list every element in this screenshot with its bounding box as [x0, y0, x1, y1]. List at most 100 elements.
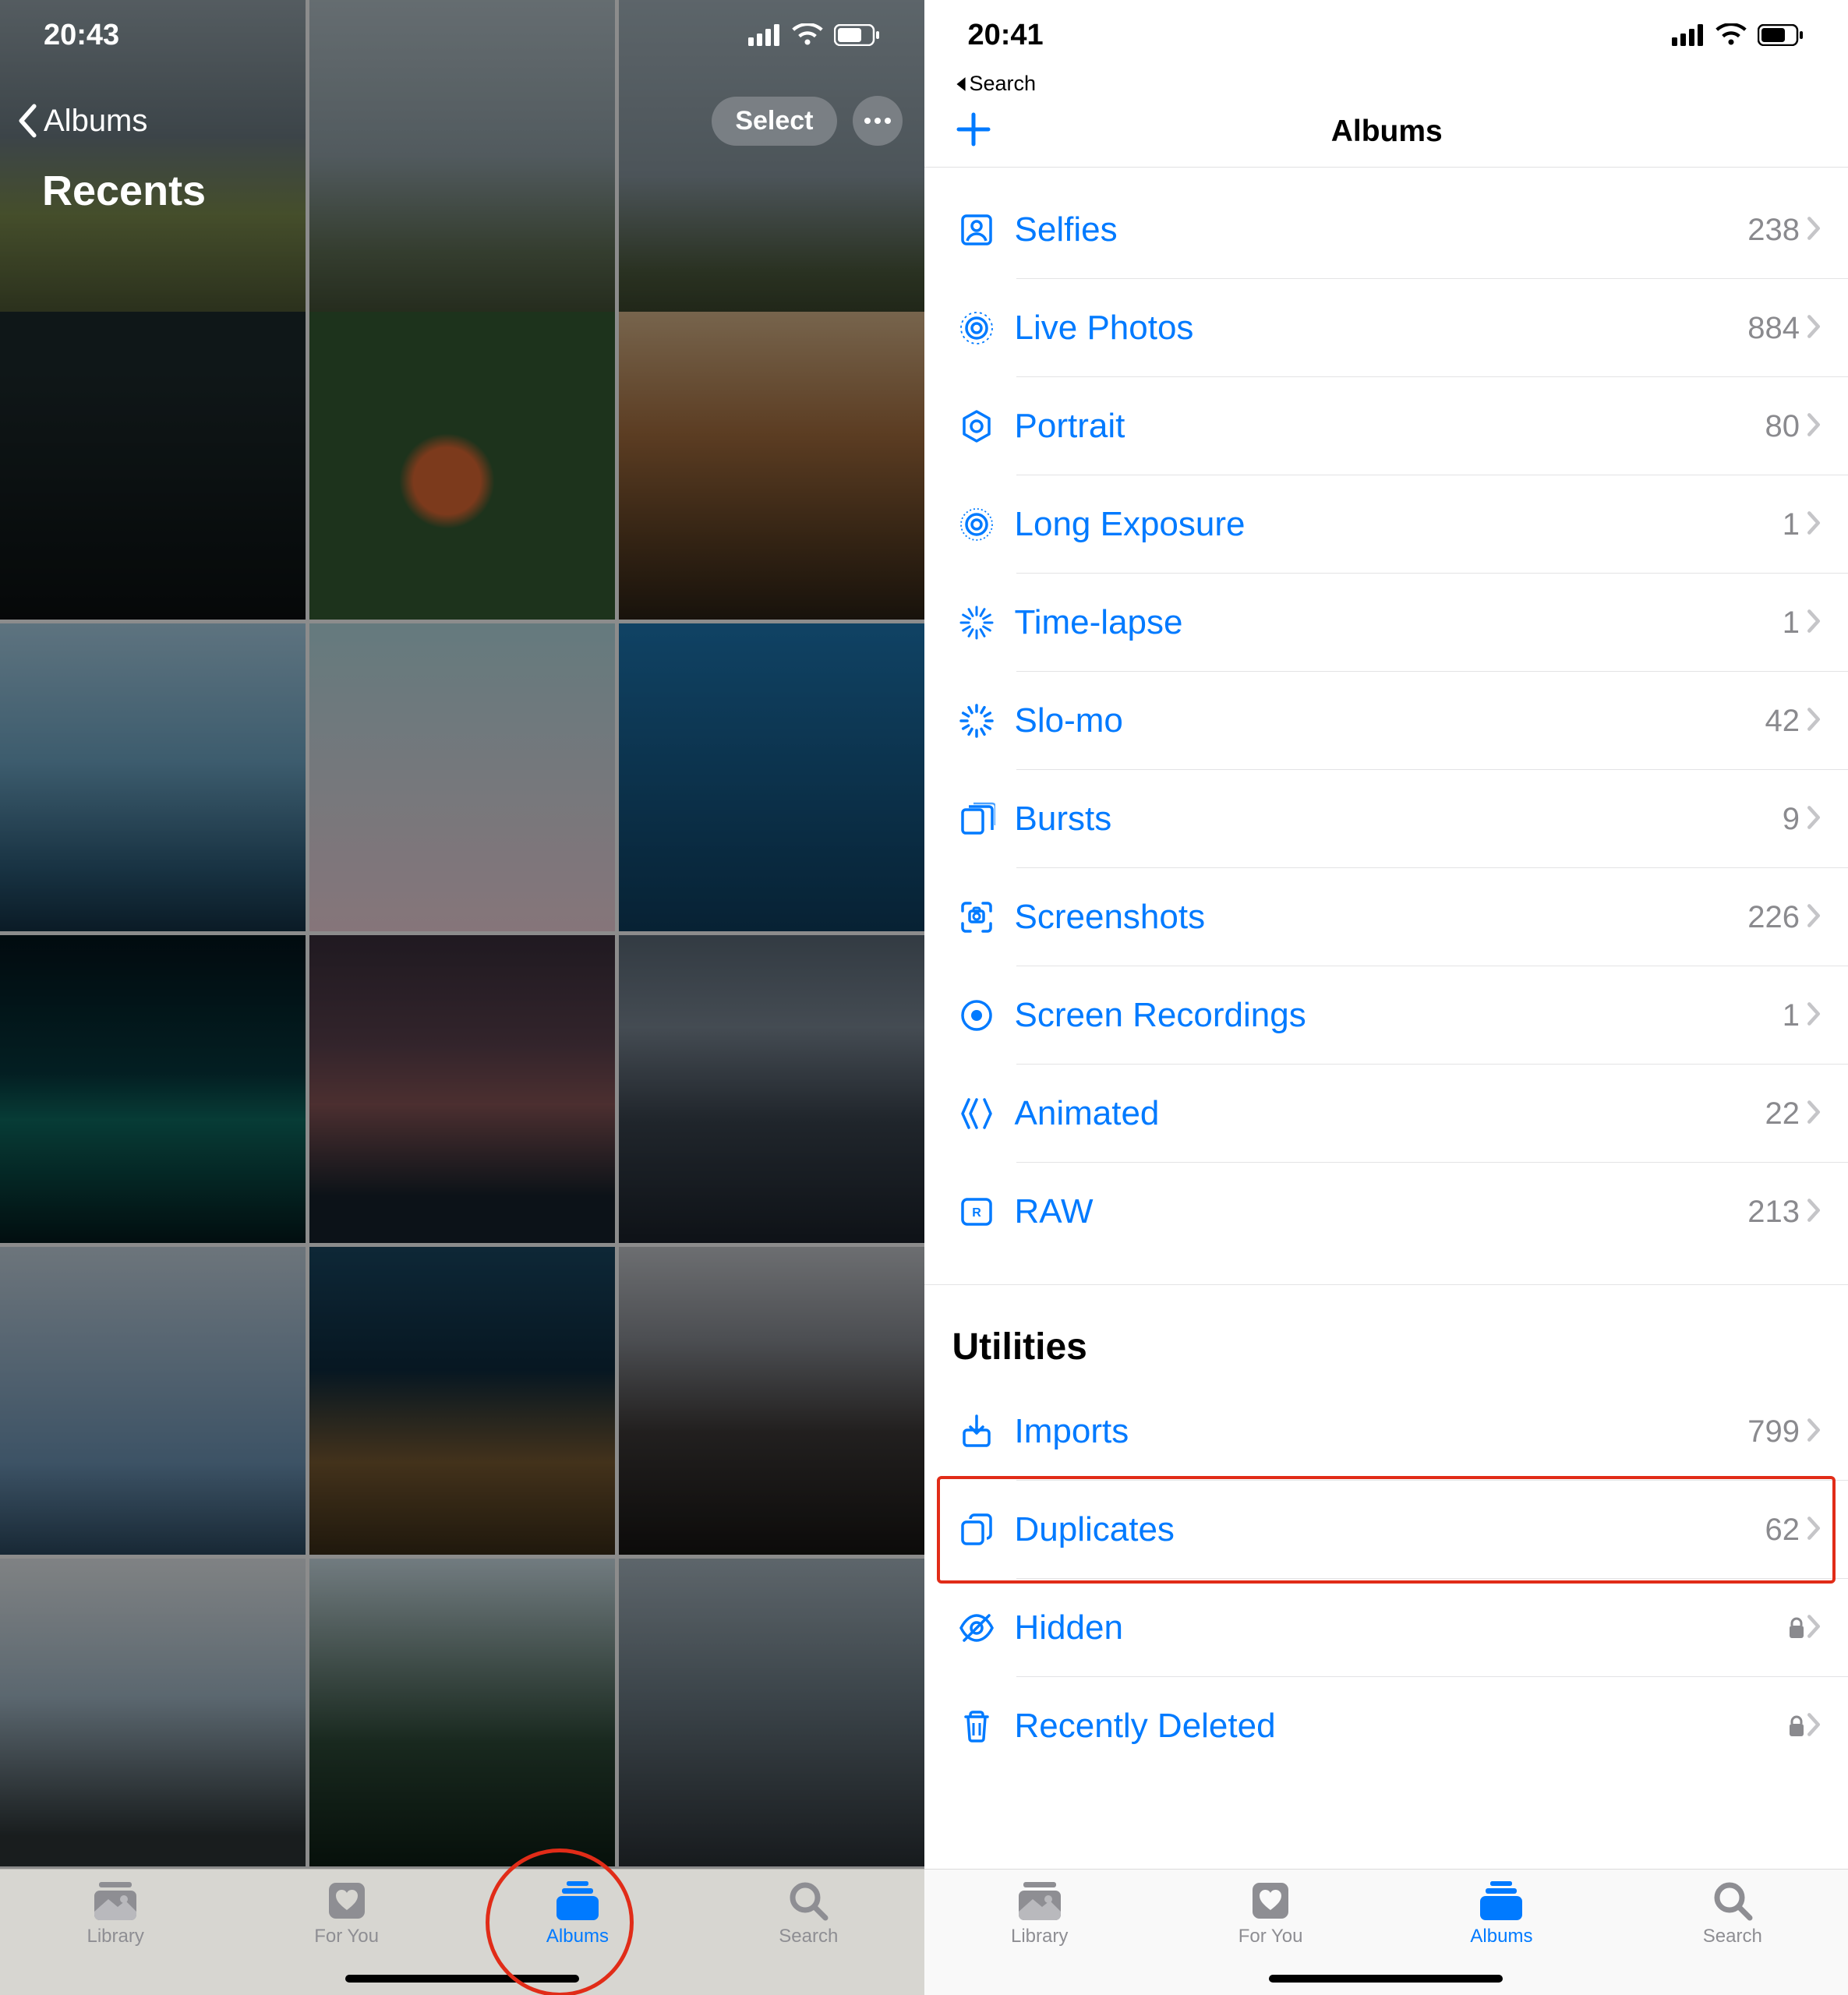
album-label: Slo-mo — [1001, 701, 1765, 740]
album-row-timelapse[interactable]: Time-lapse 1 — [924, 574, 1848, 672]
album-count: 799 — [1747, 1414, 1806, 1449]
album-row-portrait[interactable]: Portrait 80 — [924, 377, 1848, 475]
left-screenshot: 20:43 Albums Select — [0, 0, 924, 1995]
ellipsis-icon — [864, 117, 892, 125]
album-row-slomo[interactable]: Slo-mo 42 — [924, 672, 1848, 770]
bursts-icon — [952, 800, 1001, 838]
album-label: Animated — [1001, 1094, 1765, 1133]
deleted-icon — [952, 1707, 1001, 1745]
status-bar: 20:41 — [924, 0, 1848, 70]
chevron-right-icon — [1806, 1198, 1821, 1227]
select-button[interactable]: Select — [712, 97, 836, 146]
chevron-right-icon — [1806, 1418, 1821, 1446]
album-label: Selfies — [1001, 210, 1748, 249]
chevron-right-icon — [1806, 314, 1821, 343]
nav-bar: Albums — [924, 96, 1848, 168]
search-icon — [788, 1880, 829, 1921]
photo-grid[interactable] — [0, 0, 924, 1869]
album-label: Portrait — [1001, 407, 1765, 446]
photo-thumb[interactable] — [0, 623, 306, 931]
home-indicator[interactable] — [1269, 1975, 1503, 1983]
photo-thumb[interactable] — [309, 623, 615, 931]
chevron-right-icon — [1806, 216, 1821, 245]
album-count: 42 — [1765, 704, 1807, 739]
albums-list[interactable]: Selfies 238 Live Photos 884 Portrait 80 … — [924, 181, 1848, 1869]
album-row-screenrec[interactable]: Screen Recordings 1 — [924, 966, 1848, 1065]
tab-search[interactable]: Search — [693, 1880, 924, 1947]
tab-albums[interactable]: Albums — [462, 1880, 693, 1947]
home-indicator[interactable] — [345, 1975, 579, 1983]
page-title: Recents — [0, 156, 924, 215]
right-screenshot: 20:41 Search Albums Selfies 238 Live Pho… — [924, 0, 1848, 1995]
back-label: Albums — [44, 104, 147, 139]
album-row-hidden[interactable]: Hidden — [924, 1579, 1848, 1677]
photo-thumb[interactable] — [619, 1559, 924, 1866]
album-row-selfies[interactable]: Selfies 238 — [924, 181, 1848, 279]
status-time: 20:41 — [968, 19, 1044, 52]
duplicates-icon — [952, 1511, 1001, 1548]
library-icon — [91, 1880, 140, 1921]
animated-icon — [952, 1095, 1001, 1132]
photo-thumb[interactable] — [0, 935, 306, 1243]
tab-bar: Library For You Albums Search — [924, 1869, 1848, 1995]
tab-library[interactable]: Library — [924, 1880, 1155, 1947]
status-bar: 20:43 — [0, 0, 924, 70]
nav-title: Albums — [1331, 115, 1443, 149]
album-row-bursts[interactable]: Bursts 9 — [924, 770, 1848, 868]
album-count: 9 — [1783, 802, 1806, 837]
more-button[interactable] — [853, 96, 903, 146]
tab-search[interactable]: Search — [1617, 1880, 1848, 1947]
chevron-right-icon — [1806, 1001, 1821, 1030]
add-button[interactable] — [956, 111, 991, 151]
photo-thumb[interactable] — [0, 1559, 306, 1866]
photo-thumb[interactable] — [309, 1559, 615, 1866]
photo-thumb[interactable] — [309, 935, 615, 1243]
chevron-right-icon — [1806, 805, 1821, 834]
album-row-live[interactable]: Live Photos 884 — [924, 279, 1848, 377]
photo-thumb[interactable] — [619, 623, 924, 931]
tab-for-you[interactable]: For You — [231, 1880, 461, 1947]
tab-library[interactable]: Library — [0, 1880, 231, 1947]
album-row-raw[interactable]: R RAW 213 — [924, 1163, 1848, 1261]
album-row-longexp[interactable]: Long Exposure 1 — [924, 475, 1848, 574]
albums-icon — [1477, 1880, 1525, 1921]
photo-thumb[interactable] — [309, 1247, 615, 1555]
photo-thumb[interactable] — [309, 312, 615, 620]
album-row-animated[interactable]: Animated 22 — [924, 1065, 1848, 1163]
screenshots-icon — [952, 899, 1001, 936]
tab-albums[interactable]: Albums — [1386, 1880, 1617, 1947]
status-time: 20:43 — [44, 19, 119, 52]
photo-thumb[interactable] — [0, 1247, 306, 1555]
status-icons — [1672, 23, 1804, 47]
imports-icon — [952, 1413, 1001, 1450]
plus-icon — [956, 111, 991, 147]
photo-thumb[interactable] — [0, 312, 306, 620]
chevron-right-icon — [1806, 412, 1821, 441]
library-icon — [1016, 1880, 1064, 1921]
chevron-right-icon — [1806, 707, 1821, 736]
portrait-icon — [952, 408, 1001, 445]
album-count: 22 — [1765, 1096, 1807, 1132]
tab-for-you[interactable]: For You — [1155, 1880, 1386, 1947]
screenrec-icon — [952, 997, 1001, 1034]
chevron-right-icon — [1806, 1516, 1821, 1545]
chevron-right-icon — [1806, 1712, 1821, 1741]
back-button[interactable]: Albums — [16, 104, 147, 139]
album-label: Recently Deleted — [1001, 1707, 1788, 1746]
photo-thumb[interactable] — [619, 935, 924, 1243]
for-you-icon — [327, 1880, 367, 1921]
live-icon — [952, 309, 1001, 347]
svg-text:R: R — [972, 1206, 981, 1220]
album-row-deleted[interactable]: Recently Deleted — [924, 1677, 1848, 1775]
album-row-imports[interactable]: Imports 799 — [924, 1382, 1848, 1481]
slomo-icon — [952, 702, 1001, 740]
breadcrumb-back[interactable]: Search — [924, 70, 1848, 96]
album-label: Hidden — [1001, 1608, 1788, 1647]
album-count: 226 — [1747, 900, 1806, 935]
chevron-right-icon — [1806, 609, 1821, 637]
album-row-duplicates[interactable]: Duplicates 62 — [924, 1481, 1848, 1579]
album-row-screenshots[interactable]: Screenshots 226 — [924, 868, 1848, 966]
photo-thumb[interactable] — [619, 312, 924, 620]
section-header-utilities: Utilities — [924, 1284, 1848, 1382]
photo-thumb[interactable] — [619, 1247, 924, 1555]
